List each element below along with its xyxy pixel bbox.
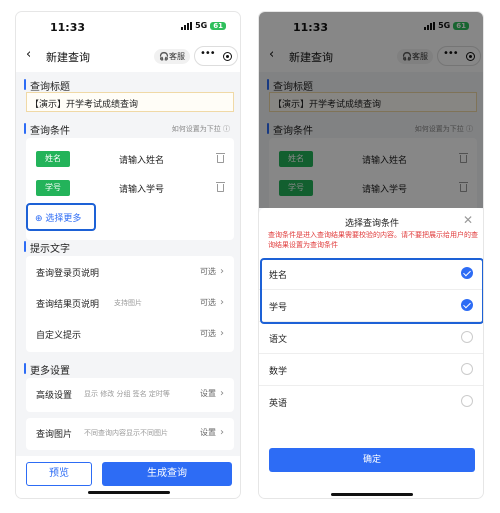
page-title: 新建查询 [46, 51, 90, 64]
option-chinese[interactable]: 语文 [259, 322, 483, 354]
chevron-right-icon: › [220, 266, 224, 277]
phone-right: 11:33 5G 61 ‹ 新建查询 🎧客服 ••• 查询标题 【演示】开学考试… [258, 11, 484, 499]
more-desc: 不同查询内容显示不同图片 [84, 429, 168, 437]
bottom-action-bar: 预览 生成查询 [16, 456, 240, 498]
sheet-warning: 查询条件是进入查询结果需要校验的内容。请不要把展示给用户的查询结果设置为查询条件 [268, 231, 478, 249]
option-label: 语文 [269, 335, 288, 345]
more-row-image[interactable]: 查询图片 不同查询内容显示不同图片 设置 › [26, 421, 234, 449]
modal-overlay[interactable] [259, 12, 483, 208]
signal-indicators: 5G 61 [181, 21, 226, 30]
delete-icon[interactable] [216, 182, 225, 192]
chevron-right-icon: › [220, 297, 224, 308]
sheet-title: 选择查询条件 [344, 219, 399, 229]
tip-row-result[interactable]: 查询结果页说明 支持图片 可选 › [26, 291, 234, 319]
tip-status: 可选 › [200, 328, 224, 339]
chevron-right-icon: › [220, 328, 224, 339]
condition-tag-id: 学号 [36, 180, 70, 196]
status-bar: 11:33 5G 61 [16, 12, 240, 40]
more-label: 高级设置 [36, 391, 73, 401]
customer-service-button[interactable]: 🎧客服 [154, 49, 190, 64]
tip-label: 查询结果页说明 [36, 300, 100, 310]
dropdown-help-link[interactable]: 如何设置为下拉 ⓘ [172, 124, 230, 134]
phone-left: 11:33 5G 61 ‹ 新建查询 🎧客服 ••• 查询标题 【演示】开学考试… [15, 11, 241, 499]
tip-desc: 支持图片 [114, 299, 142, 307]
section-title-heading: 查询标题 [24, 78, 70, 93]
chevron-right-icon: › [220, 388, 224, 399]
option-label: 英语 [269, 399, 288, 409]
more-icon[interactable]: ••• [200, 48, 216, 59]
condition-tag-name: 姓名 [36, 151, 70, 167]
back-icon[interactable]: ‹ [26, 47, 31, 62]
home-indicator [331, 493, 413, 496]
unchecked-icon[interactable] [461, 363, 473, 375]
chevron-right-icon: › [220, 427, 224, 438]
signal-icon [181, 21, 193, 30]
tip-status: 可选 › [200, 297, 224, 308]
tip-label: 自定义提示 [36, 331, 82, 341]
image-card: 查询图片 不同查询内容显示不同图片 设置 › [26, 418, 234, 450]
close-app-icon[interactable] [223, 52, 232, 61]
network-type: 5G [195, 21, 208, 30]
tip-label: 查询登录页说明 [36, 269, 100, 279]
highlight-select-more [26, 203, 96, 231]
section-more-heading: 更多设置 [24, 362, 70, 377]
condition-input-name[interactable]: 请输入姓名 [119, 153, 164, 166]
more-row-advanced[interactable]: 高级设置 显示 修改 分组 签名 定时等 设置 › [26, 382, 234, 410]
tip-row-login[interactable]: 查询登录页说明 可选 › [26, 260, 234, 288]
section-conditions-heading: 查询条件 [24, 122, 70, 137]
generate-query-button[interactable]: 生成查询 [102, 462, 232, 486]
more-label: 查询图片 [36, 430, 73, 440]
tip-status: 可选 › [200, 266, 224, 277]
battery-icon: 61 [210, 21, 226, 30]
condition-input-id[interactable]: 请输入学号 [119, 182, 164, 195]
more-action: 设置 › [200, 427, 224, 438]
option-label: 数学 [269, 367, 288, 377]
delete-icon[interactable] [216, 153, 225, 163]
more-desc: 显示 修改 分组 签名 定时等 [84, 390, 170, 398]
unchecked-icon[interactable] [461, 331, 473, 343]
unchecked-icon[interactable] [461, 395, 473, 407]
tip-row-custom[interactable]: 自定义提示 可选 › [26, 322, 234, 350]
section-tips-heading: 提示文字 [24, 240, 70, 255]
mini-program-capsule[interactable]: ••• [194, 46, 238, 66]
close-icon[interactable]: ✕ [463, 213, 473, 227]
status-time: 11:33 [50, 21, 86, 34]
option-english[interactable]: 英语 [259, 386, 483, 418]
more-action: 设置 › [200, 388, 224, 399]
nav-bar: ‹ 新建查询 🎧客服 ••• [16, 40, 240, 72]
option-math[interactable]: 数学 [259, 354, 483, 386]
select-conditions-sheet: 选择查询条件 ✕ 查询条件是进入查询结果需要校验的内容。请不要把展示给用户的查询… [259, 208, 483, 498]
title-input[interactable]: 【演示】开学考试成绩查询 [26, 92, 234, 112]
advanced-card: 高级设置 显示 修改 分组 签名 定时等 设置 › [26, 378, 234, 412]
preview-button[interactable]: 预览 [26, 462, 92, 486]
home-indicator [88, 491, 170, 494]
confirm-button[interactable]: 确定 [269, 448, 475, 472]
tips-card: 查询登录页说明 可选 › 查询结果页说明 支持图片 可选 › 自定义提示 可选 › [26, 256, 234, 352]
highlight-selected-options [260, 258, 483, 324]
